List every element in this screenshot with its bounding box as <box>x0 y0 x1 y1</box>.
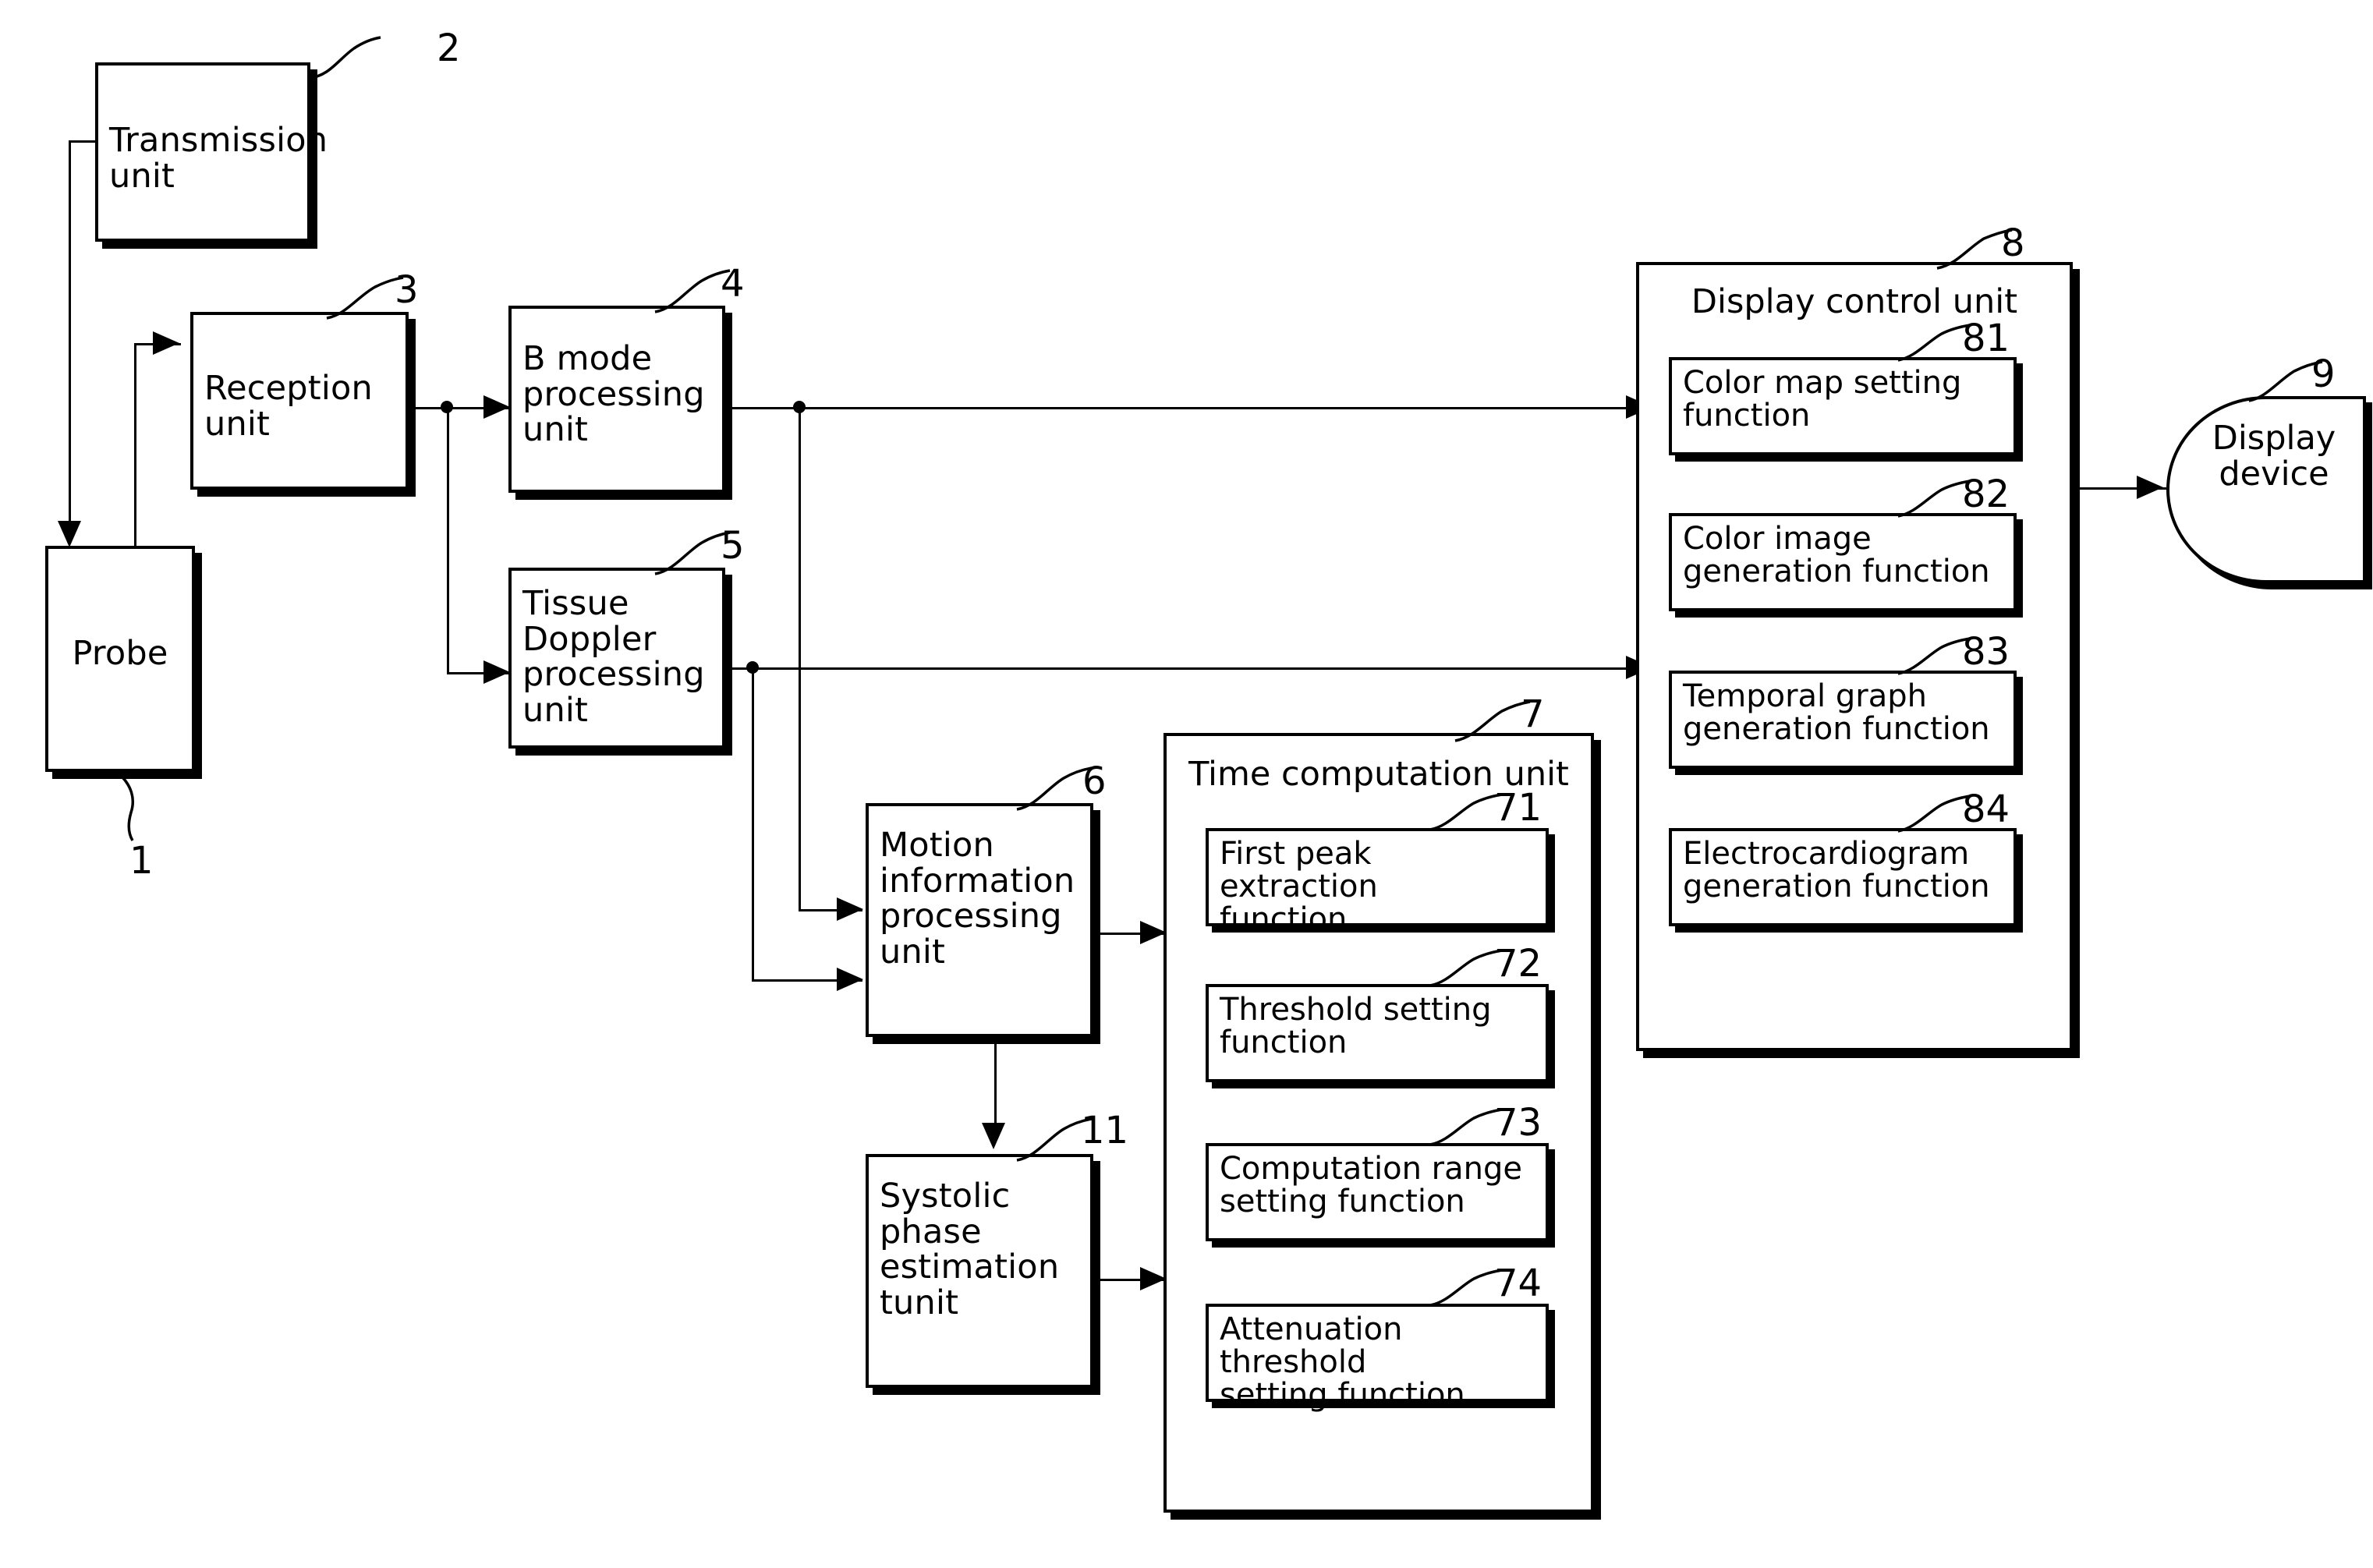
ref-numeral-84: 84 <box>1962 788 2010 831</box>
ref-numeral-8: 8 <box>2001 221 2025 265</box>
ref-numeral-73: 73 <box>1494 1101 1542 1145</box>
block-reception-unit[interactable]: Reception unit <box>190 312 409 490</box>
ref-numeral-74: 74 <box>1494 1262 1542 1305</box>
ref-numeral-1: 1 <box>129 839 154 883</box>
block-transmission-unit[interactable]: Transmission unit <box>95 62 328 242</box>
wire-probe-to-reception-vert <box>134 343 136 547</box>
function-box-attenuation-threshold-setting-label: Attenuation threshold setting function <box>1220 1311 1465 1413</box>
leader-line-1 <box>117 772 135 841</box>
function-box-temporal-graph-generation-label: Temporal graph generation function <box>1683 678 1990 747</box>
block-motion-information-processing-unit-label: Motion information processing unit <box>880 826 1075 972</box>
block-probe[interactable]: Probe <box>45 546 195 772</box>
ref-numeral-6: 6 <box>1082 759 1107 803</box>
ref-numeral-71: 71 <box>1494 786 1542 830</box>
wire-tissue-junction-down <box>752 667 754 979</box>
wire-bmode-to-display-control <box>725 407 1653 409</box>
block-tissue-doppler-processing-unit-label: Tissue Doppler processing unit <box>522 584 705 730</box>
wire-motion-to-systolic <box>994 1037 997 1137</box>
ref-numeral-11: 11 <box>1081 1109 1129 1152</box>
wire-transmission-bus-down <box>69 140 71 522</box>
ref-numeral-81: 81 <box>1962 317 2010 360</box>
function-box-color-image-generation-label: Color image generation function <box>1683 521 1990 589</box>
function-box-computation-range-setting-label: Computation range setting function <box>1220 1151 1522 1219</box>
block-probe-label: Probe <box>72 634 168 673</box>
ref-numeral-9: 9 <box>2311 352 2336 396</box>
function-box-electrocardiogram-generation-label: Electrocardiogram generation function <box>1683 836 1990 904</box>
arrowhead-into-systolic-unit <box>982 1123 1005 1149</box>
function-box-electrocardiogram-generation[interactable]: Electrocardiogram generation function <box>1669 828 2017 926</box>
ref-numeral-4: 4 <box>721 262 745 306</box>
arrowhead-into-time-computation-lower <box>1140 1267 1167 1290</box>
arrowhead-into-time-computation-upper <box>1140 921 1167 944</box>
arrowhead-into-motion-unit-lower <box>837 968 863 991</box>
ref-numeral-83: 83 <box>1962 630 2010 674</box>
function-box-threshold-setting[interactable]: Threshold setting function <box>1206 984 1549 1082</box>
wire-reception-split-down <box>447 407 449 672</box>
function-box-first-peak-extraction-label: First peak extraction function <box>1220 836 1378 937</box>
block-display-device[interactable]: Display device <box>2166 396 2366 583</box>
block-transmission-unit-label: Transmission unit <box>109 121 328 196</box>
ref-numeral-2: 2 <box>437 27 461 70</box>
function-box-color-map-setting[interactable]: Color map setting function <box>1669 357 2017 455</box>
block-systolic-phase-estimation-unit[interactable]: Systolic phase estimation tunit <box>866 1154 1093 1388</box>
block-reception-unit-label: Reception unit <box>204 369 373 444</box>
block-b-mode-processing-unit[interactable]: B mode processing unit <box>508 306 725 493</box>
arrowhead-into-tissue-doppler <box>483 660 510 684</box>
function-box-first-peak-extraction[interactable]: First peak extraction function <box>1206 828 1549 936</box>
function-box-threshold-setting-label: Threshold setting function <box>1220 992 1492 1060</box>
function-box-attenuation-threshold-setting[interactable]: Attenuation threshold setting function <box>1206 1304 1549 1411</box>
block-b-mode-processing-unit-label: B mode processing unit <box>522 339 705 450</box>
function-box-color-image-generation[interactable]: Color image generation function <box>1669 513 2017 611</box>
ref-numeral-82: 82 <box>1962 473 2010 516</box>
arrowhead-into-motion-unit-upper <box>837 897 863 921</box>
arrowhead-into-reception-unit <box>153 331 179 355</box>
wire-bmode-junction-down <box>799 407 801 909</box>
block-systolic-phase-estimation-unit-label: Systolic phase estimation tunit <box>880 1177 1060 1322</box>
arrowhead-into-b-mode <box>483 395 510 419</box>
container-display-control-unit-title: Display control unit <box>1691 282 2018 321</box>
ref-numeral-72: 72 <box>1494 942 1542 986</box>
function-box-computation-range-setting[interactable]: Computation range setting function <box>1206 1143 1549 1241</box>
function-box-color-map-setting-label: Color map setting function <box>1683 365 1962 434</box>
ref-numeral-7: 7 <box>1521 692 1545 736</box>
block-display-device-label: Display device <box>2212 419 2336 494</box>
leader-line-2 <box>308 36 381 80</box>
wire-tissue-doppler-to-display-control <box>725 667 1653 670</box>
ref-numeral-3: 3 <box>395 268 419 312</box>
block-motion-information-processing-unit[interactable]: Motion information processing unit <box>866 803 1093 1037</box>
function-box-temporal-graph-generation[interactable]: Temporal graph generation function <box>1669 671 2017 769</box>
figure-canvas: Transmission unit 2 Reception unit 3 Pro… <box>0 0 2373 1568</box>
block-tissue-doppler-processing-unit[interactable]: Tissue Doppler processing unit <box>508 568 725 749</box>
ref-numeral-5: 5 <box>721 524 745 568</box>
arrowhead-into-probe <box>58 521 81 547</box>
wire-transmission-to-bus <box>69 140 97 143</box>
arrowhead-into-display-device <box>2137 476 2163 499</box>
